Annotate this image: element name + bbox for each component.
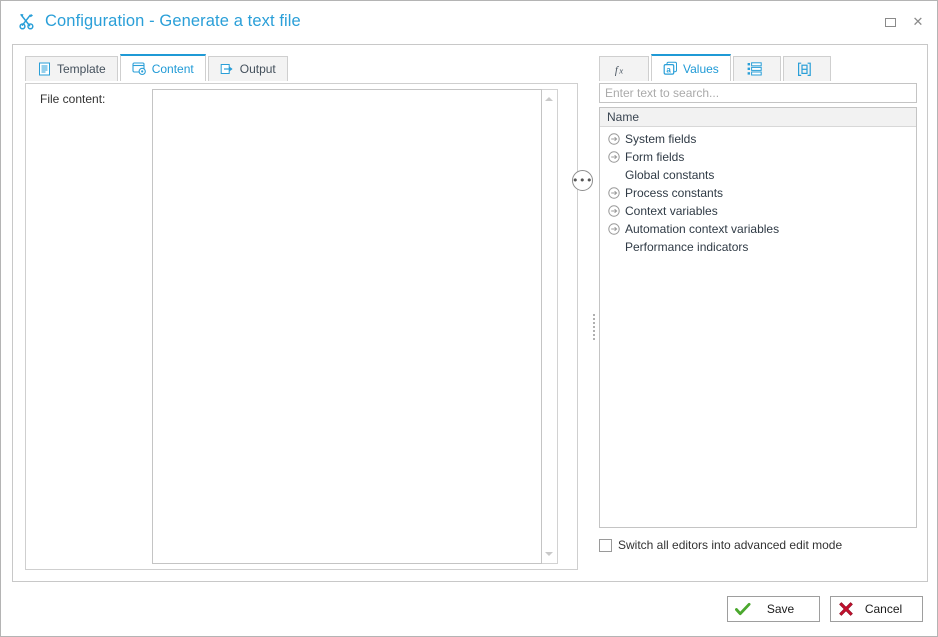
left-tabstrip: Template Content Output: [25, 54, 290, 81]
tools-icon: [17, 11, 37, 31]
file-content-editor-wrap: [152, 89, 542, 564]
right-tabstrip: f x a Values: [599, 54, 833, 81]
list-item-label: Automation context variables: [625, 222, 780, 236]
red-x-icon: [838, 601, 854, 617]
tab-bracket-box[interactable]: [782, 56, 831, 81]
list-item[interactable]: Process constants: [600, 184, 916, 202]
document-lines-icon: [37, 62, 52, 77]
values-tree: Name System fields Form fields Global co…: [599, 107, 917, 528]
scroll-down-arrow-icon[interactable]: [542, 547, 556, 561]
function-fx-icon: f x: [614, 62, 629, 77]
tree-list: System fields Form fields Global constan…: [600, 127, 916, 256]
list-item-label: Context variables: [625, 204, 718, 218]
list-item-label: System fields: [625, 132, 697, 146]
list-details-icon: [747, 62, 762, 77]
list-item[interactable]: System fields: [600, 130, 916, 148]
search-input[interactable]: [599, 83, 917, 103]
advanced-edit-mode-checkbox[interactable]: Switch all editors into advanced edit mo…: [599, 538, 842, 552]
tree-column-header-name[interactable]: Name: [600, 108, 916, 127]
close-icon: ✕: [912, 14, 924, 30]
values-a-icon: a: [663, 61, 678, 76]
content-frame: Template Content Output f x a Values Fil…: [12, 44, 928, 582]
configuration-window: Configuration - Generate a text file ✕ T…: [0, 0, 938, 637]
list-item[interactable]: Context variables: [600, 202, 916, 220]
window-controls: ✕: [883, 15, 925, 29]
list-item[interactable]: Performance indicators: [600, 238, 916, 256]
bracket-box-icon: [797, 62, 812, 77]
svg-text:x: x: [618, 65, 623, 75]
tab-values[interactable]: a Values: [651, 54, 731, 81]
green-check-icon: [735, 601, 751, 617]
title-bar: Configuration - Generate a text file ✕: [1, 1, 937, 41]
close-button[interactable]: ✕: [911, 15, 925, 29]
svg-text:a: a: [666, 65, 671, 74]
advanced-edit-mode-label: Switch all editors into advanced edit mo…: [618, 538, 843, 552]
list-item[interactable]: Global constants: [600, 166, 916, 184]
tab-functions[interactable]: f x: [599, 56, 649, 81]
expand-arrow-icon[interactable]: [605, 205, 622, 217]
checkbox-box-icon[interactable]: [599, 538, 612, 552]
restore-button[interactable]: [883, 15, 897, 29]
file-content-scrollbar[interactable]: [542, 89, 558, 564]
expand-arrow-icon[interactable]: [605, 223, 622, 235]
values-pane: Name System fields: [599, 83, 917, 570]
file-content-input[interactable]: [153, 90, 541, 563]
list-item-label: Performance indicators: [625, 240, 749, 254]
list-item-label: Process constants: [625, 186, 724, 200]
tab-content-label: Content: [151, 61, 194, 76]
window-title: Configuration - Generate a text file: [45, 11, 301, 30]
expand-arrow-icon[interactable]: [605, 187, 622, 199]
tab-output-label: Output: [239, 62, 276, 76]
content-pane: File content: •••: [25, 83, 593, 570]
tab-values-label: Values: [683, 61, 719, 76]
list-item-label: Global constants: [625, 168, 715, 182]
tab-template-label: Template: [57, 62, 106, 76]
list-item-label: Form fields: [625, 150, 685, 164]
list-item[interactable]: Form fields: [600, 148, 916, 166]
expand-arrow-icon[interactable]: [605, 133, 622, 145]
list-item[interactable]: Automation context variables: [600, 220, 916, 238]
restore-icon: [884, 17, 896, 27]
dialog-footer: Save Cancel: [727, 596, 923, 622]
content-gear-icon: [132, 61, 147, 76]
scroll-up-arrow-icon[interactable]: [542, 92, 556, 106]
output-arrow-icon: [220, 62, 235, 77]
cancel-button[interactable]: Cancel: [830, 596, 923, 622]
tab-list-details[interactable]: [732, 56, 781, 81]
expand-arrow-icon[interactable]: [605, 151, 622, 163]
save-button[interactable]: Save: [727, 596, 820, 622]
tab-content[interactable]: Content: [119, 54, 206, 81]
tab-template[interactable]: Template: [25, 56, 118, 81]
file-content-label: File content:: [40, 92, 106, 106]
tab-output[interactable]: Output: [207, 56, 288, 81]
splitter-grip-icon: [593, 313, 595, 340]
